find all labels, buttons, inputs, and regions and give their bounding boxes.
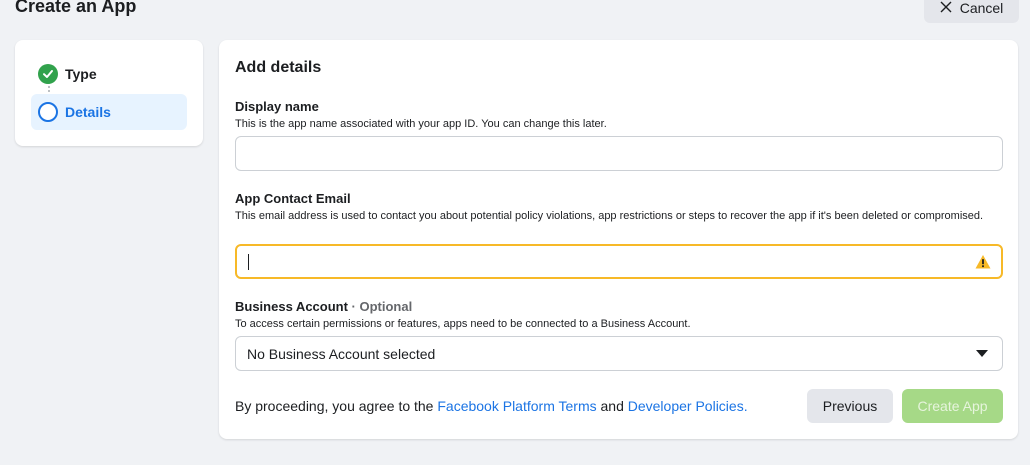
check-circle-icon xyxy=(38,64,58,84)
business-account-help: To access certain permissions or feature… xyxy=(235,318,691,330)
cancel-button[interactable]: Cancel xyxy=(924,0,1019,23)
step-label: Details xyxy=(65,104,111,120)
terms-text: By proceeding, you agree to the Facebook… xyxy=(235,398,748,414)
contact-email-input[interactable] xyxy=(235,244,1003,279)
page-title: Create an App xyxy=(15,0,137,16)
caret-down-icon xyxy=(976,350,988,357)
contact-email-label: App Contact Email xyxy=(235,191,351,206)
previous-button[interactable]: Previous xyxy=(807,389,893,423)
text-caret xyxy=(248,254,249,270)
section-title: Add details xyxy=(235,59,322,76)
business-account-select[interactable]: No Business Account selected xyxy=(235,336,1003,371)
developer-policies-link[interactable]: Developer Policies. xyxy=(628,398,748,414)
close-icon xyxy=(940,0,952,16)
display-name-input[interactable] xyxy=(235,136,1003,171)
display-name-help: This is the app name associated with you… xyxy=(235,118,607,130)
business-account-label: Business Account · Optional xyxy=(235,299,413,314)
step-label: Type xyxy=(65,66,97,82)
optional-tag: · Optional xyxy=(347,299,413,314)
select-value: No Business Account selected xyxy=(247,346,436,362)
details-form: Add details Display name This is the app… xyxy=(219,40,1018,439)
display-name-label: Display name xyxy=(235,99,319,114)
steps-panel: Type Details xyxy=(15,40,203,146)
platform-terms-link[interactable]: Facebook Platform Terms xyxy=(437,398,596,414)
create-app-button[interactable]: Create App xyxy=(902,389,1003,423)
current-step-icon xyxy=(38,102,58,122)
cancel-label: Cancel xyxy=(959,0,1004,16)
step-type[interactable]: Type xyxy=(31,56,187,92)
contact-email-help: This email address is used to contact yo… xyxy=(235,210,984,222)
warning-icon xyxy=(975,254,991,270)
step-details[interactable]: Details xyxy=(31,94,187,130)
